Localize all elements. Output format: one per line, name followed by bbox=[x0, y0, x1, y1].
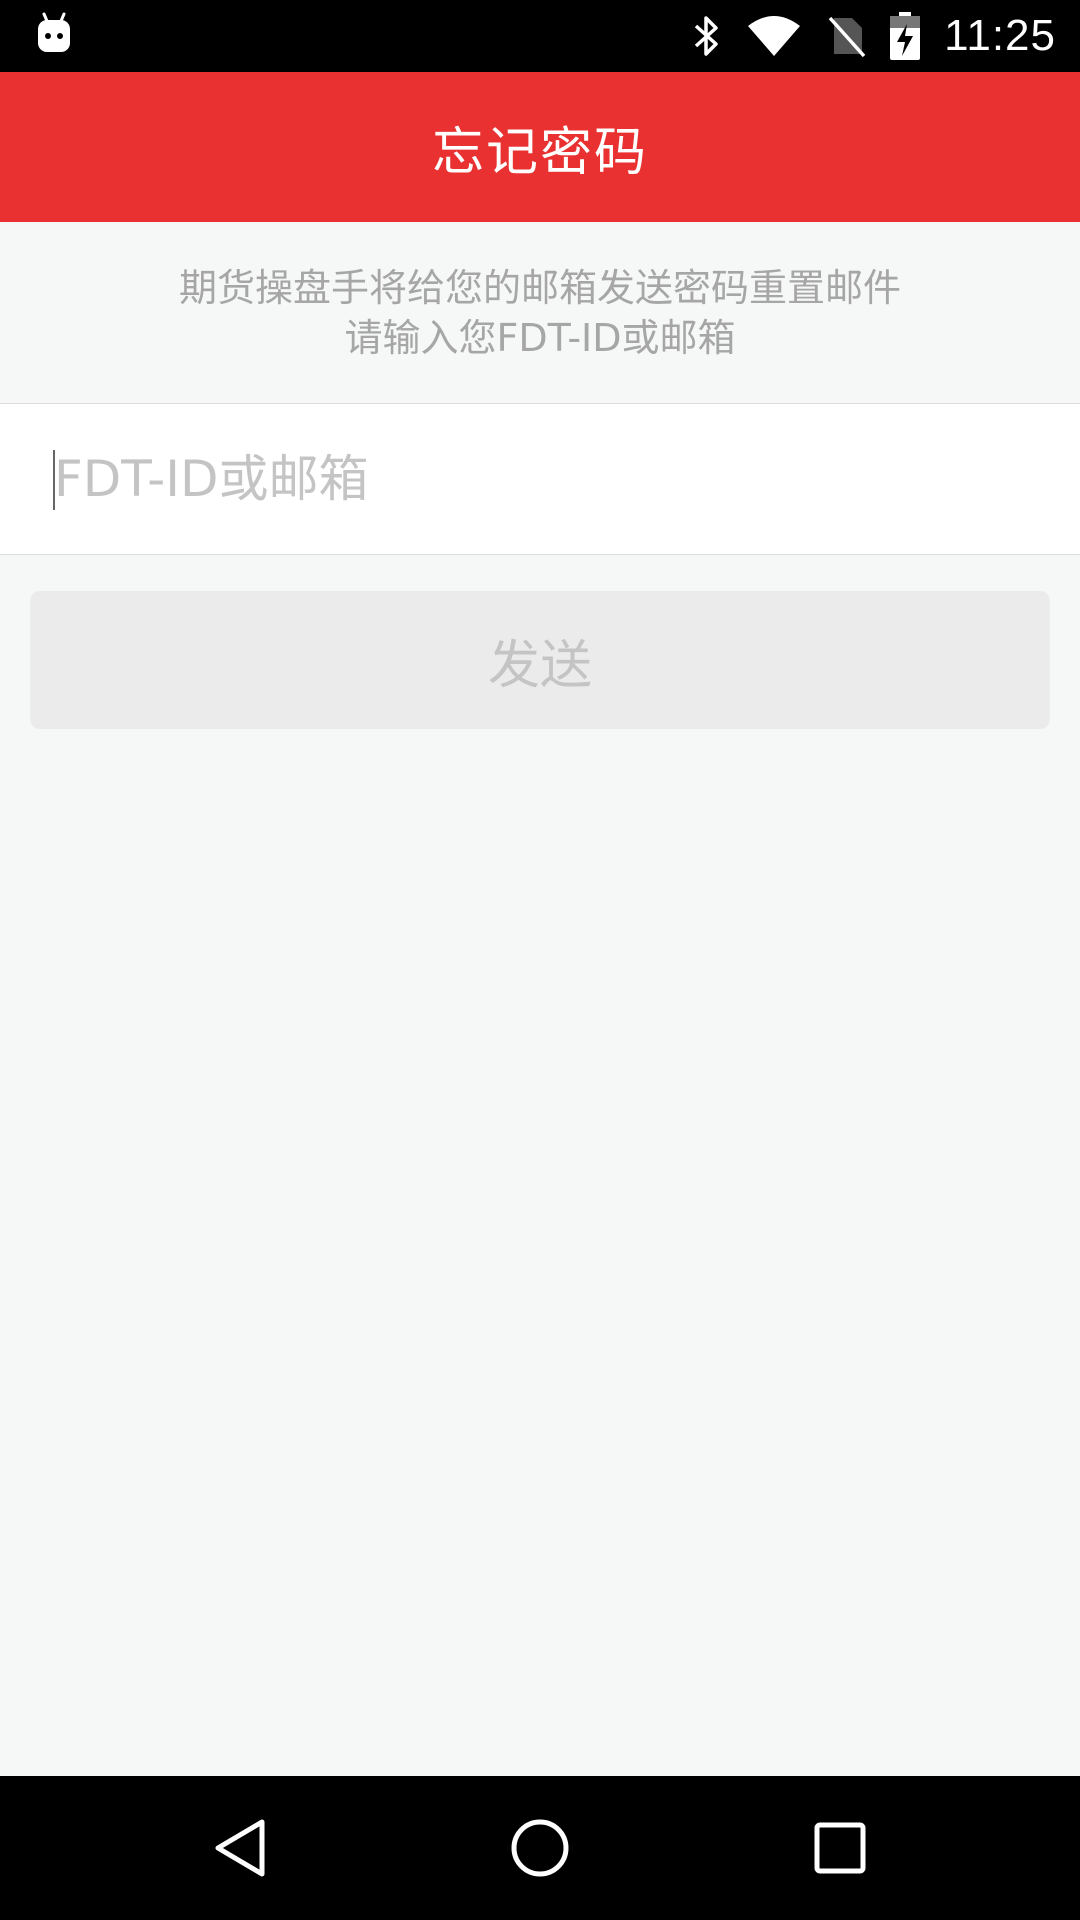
account-input-row bbox=[0, 403, 1080, 555]
bluetooth-icon bbox=[694, 16, 718, 56]
app-bar: 忘记密码 bbox=[0, 72, 1080, 222]
account-input[interactable] bbox=[54, 434, 1034, 524]
info-line-2: 请输入您FDT-ID或邮箱 bbox=[344, 316, 736, 360]
back-icon bbox=[215, 1819, 265, 1877]
navigation-bar bbox=[0, 1776, 1080, 1920]
home-icon bbox=[511, 1819, 569, 1877]
battery-charging-icon bbox=[890, 12, 921, 60]
android-debug-icon bbox=[38, 12, 70, 52]
info-line-1: 期货操盘手将给您的邮箱发送密码重置邮件 bbox=[178, 266, 901, 310]
send-button[interactable]: 发送 bbox=[30, 591, 1050, 729]
status-bar: 11:25 bbox=[0, 0, 1080, 72]
no-sim-icon bbox=[828, 16, 866, 58]
info-text: 期货操盘手将给您的邮箱发送密码重置邮件 请输入您FDT-ID或邮箱 bbox=[0, 222, 1080, 404]
recents-button[interactable] bbox=[804, 1812, 876, 1884]
recents-icon bbox=[814, 1822, 866, 1874]
text-cursor bbox=[53, 450, 55, 510]
home-button[interactable] bbox=[504, 1812, 576, 1884]
status-time: 11:25 bbox=[944, 11, 1056, 60]
back-button[interactable] bbox=[204, 1812, 276, 1884]
page-title: 忘记密码 bbox=[431, 122, 648, 183]
wifi-icon bbox=[748, 16, 801, 56]
